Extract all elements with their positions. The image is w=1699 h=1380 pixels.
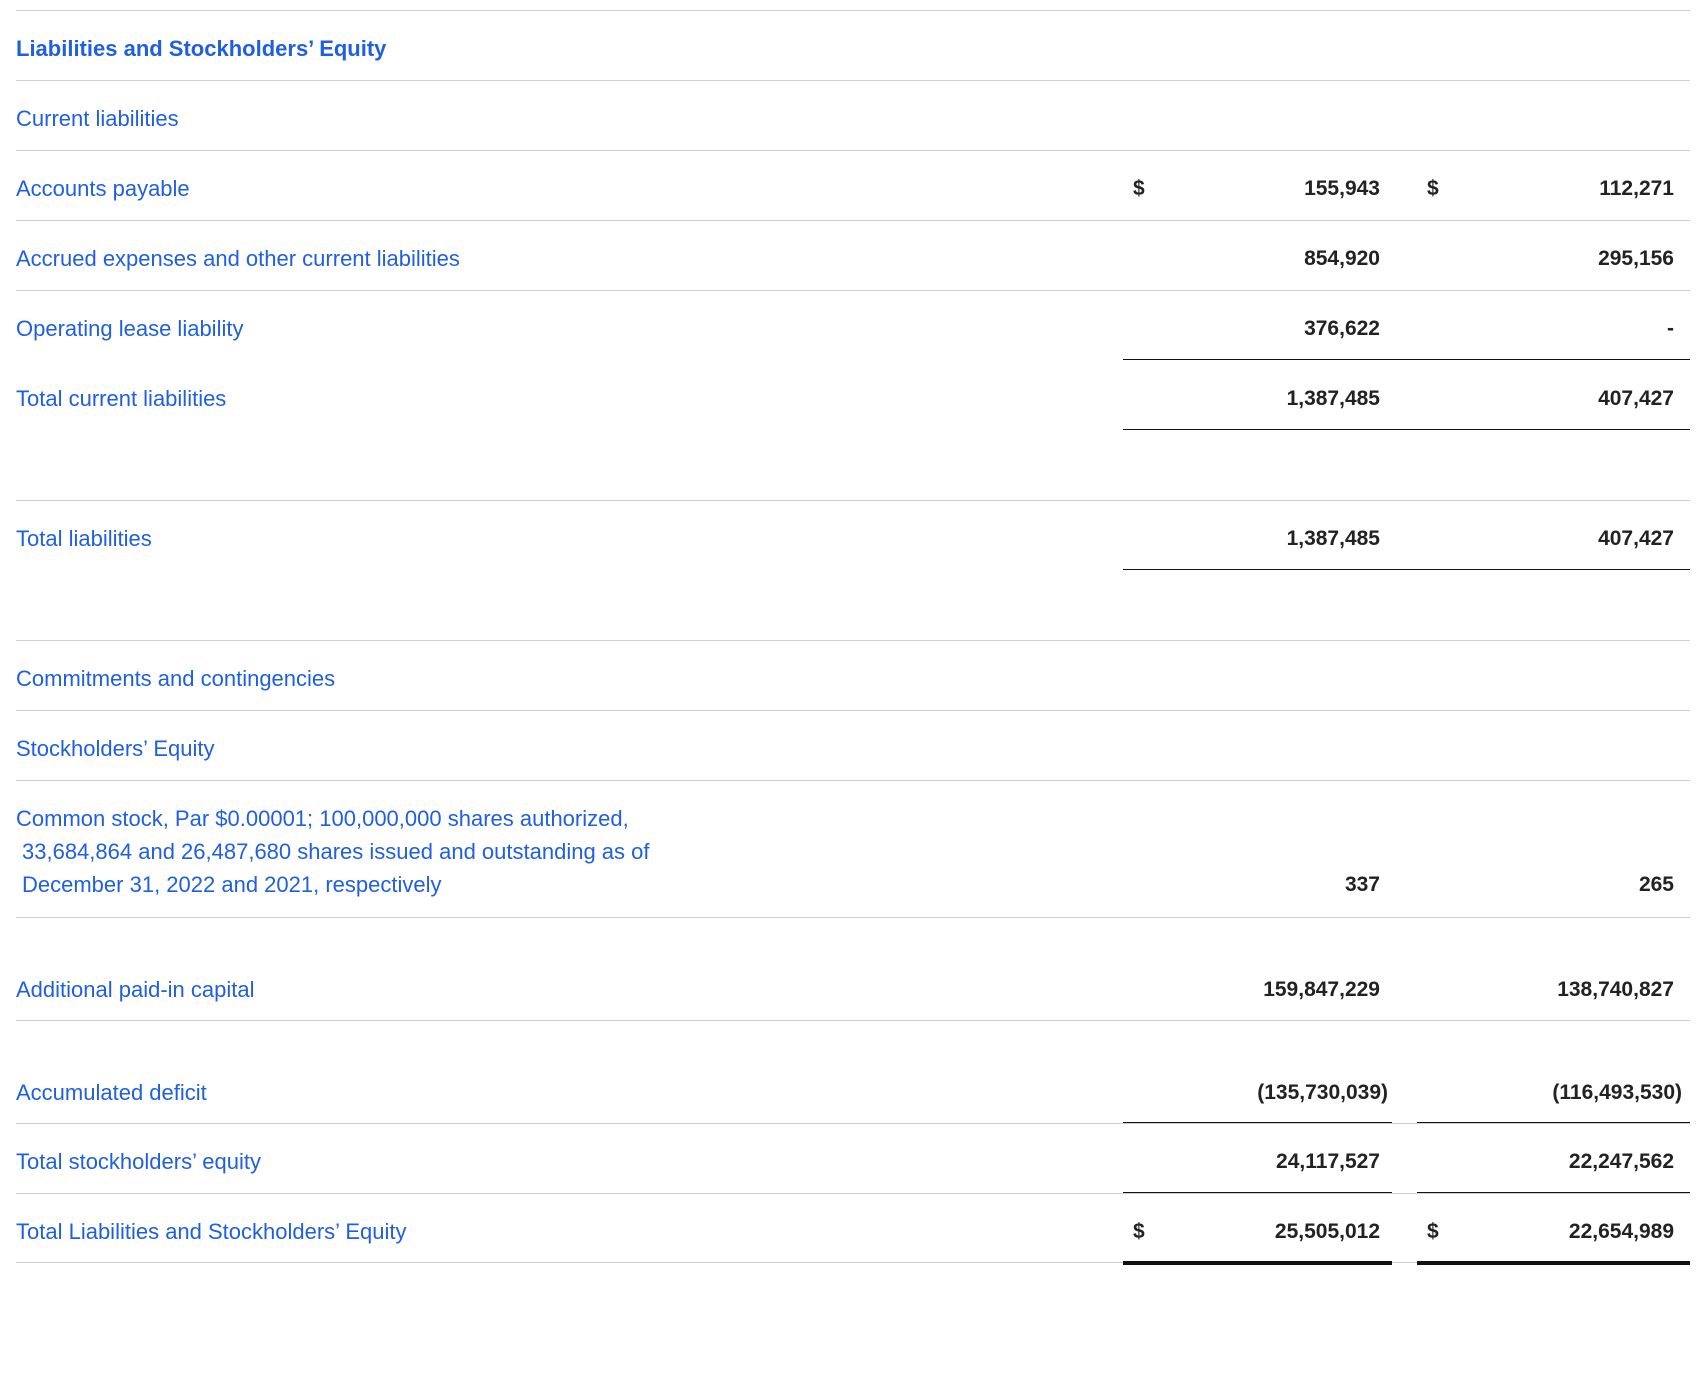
row-label: Accrued expenses and other current liabi… [16,246,460,271]
value-2021: - [1667,317,1674,340]
table-row: Additional paid-in capital 159,847,229 1… [16,917,1690,1020]
value-2022: 337 [1344,873,1380,896]
commitments-label: Commitments and contingencies [16,666,336,691]
spacer-row [16,430,1690,500]
table-row: Total stockholders’ equity 24,117,527 22… [16,1123,1690,1193]
value-2022: 854,920 [1304,247,1380,270]
row-label: Total liabilities [16,526,152,551]
subsection-row: Commitments and contingencies [16,640,1690,710]
row-label: Total current liabilities [16,386,227,411]
value-2022: 1,387,485 [1286,387,1380,410]
value-2022: (135,730,039) [1257,1081,1388,1104]
table-row: Accrued expenses and other current liabi… [16,220,1690,290]
table-row: Operating lease liability 376,622 - [16,290,1690,360]
row-label-line2: 33,684,864 and 26,487,680 shares issued … [22,839,650,864]
section-header-row: Liabilities and Stockholders’ Equity [16,10,1690,80]
value-2022: 1,387,485 [1286,527,1380,550]
row-label: Accounts payable [16,176,190,201]
section-title: Liabilities and Stockholders’ Equity [16,36,387,61]
table-row: Total Liabilities and Stockholders’ Equi… [16,1193,1690,1263]
value-2022: 25,505,012 [1274,1220,1380,1243]
value-2021: 22,654,989 [1568,1220,1674,1243]
value-2021: (116,493,530) [1552,1081,1682,1104]
row-label: Accumulated deficit [16,1080,207,1105]
value-2022: 376,622 [1304,317,1380,340]
value-2022: 155,943 [1304,177,1380,200]
value-2022: 159,847,229 [1263,978,1380,1001]
value-2021: 407,427 [1598,527,1674,550]
stockholders-equity-label: Stockholders’ Equity [16,736,215,761]
row-label: Total Liabilities and Stockholders’ Equi… [16,1219,407,1244]
row-label-line3: December 31, 2022 and 2021, respectively [22,872,442,897]
value-2021: 407,427 [1598,387,1674,410]
row-label-line1: Common stock, Par $0.00001; 100,000,000 … [16,806,629,831]
table-row: Total liabilities 1,387,485 407,427 [16,500,1690,570]
row-label: Total stockholders’ equity [16,1149,261,1174]
table-row: Total current liabilities 1,387,485 407,… [16,360,1690,430]
row-label: Additional paid-in capital [16,977,255,1002]
double-underline [1417,1261,1690,1265]
value-2022: 24,117,527 [1276,1150,1380,1173]
value-2021: 22,247,562 [1568,1150,1674,1173]
table-row: Accumulated deficit (135,730,039) (116,4… [16,1020,1690,1123]
table-row: Common stock, Par $0.00001; 100,000,000 … [16,780,1690,917]
value-2021: 295,156 [1598,247,1674,270]
value-2021: 138,740,827 [1557,978,1674,1001]
value-2021: 112,271 [1599,177,1674,200]
spacer-row [16,570,1690,640]
subsection-row: Stockholders’ Equity [16,710,1690,780]
current-liabilities-label: Current liabilities [16,106,179,131]
value-2021: 265 [1638,873,1674,896]
row-label: Operating lease liability [16,316,244,341]
subsection-row: Current liabilities [16,80,1690,150]
table-row: Accounts payable $ 155,943 $ 112,271 [16,150,1690,220]
double-underline [1123,1261,1392,1265]
